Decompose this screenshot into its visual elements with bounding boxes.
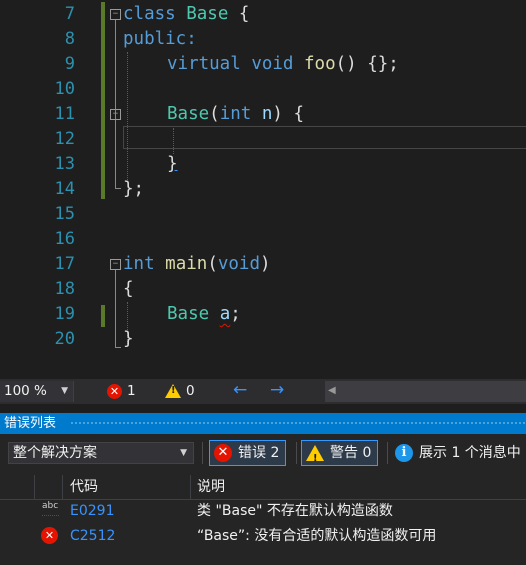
zoom-dropdown[interactable]: 100 % ▼ xyxy=(0,381,74,402)
error-icon: ✕ xyxy=(41,527,58,544)
line-number: 8 xyxy=(64,29,75,49)
error-squiggle: a xyxy=(219,304,231,324)
line-number: 14 xyxy=(54,179,75,199)
messages-filter-button[interactable]: i 展示 1 个消息中 xyxy=(395,440,521,466)
info-icon: i xyxy=(395,444,413,462)
navigate-back-button[interactable]: ← xyxy=(233,380,247,400)
error-list-toolbar: 整个解决方案 ▼ ✕ 错误 2 ! 警告 0 i 展示 1 个消息中 xyxy=(0,434,526,470)
line-number: 15 xyxy=(54,204,75,224)
zoom-level: 100 % xyxy=(4,383,47,399)
column-header-icon[interactable] xyxy=(34,475,63,499)
toolbar-separator xyxy=(296,442,297,464)
line-number: 16 xyxy=(54,229,75,249)
line-number: 13 xyxy=(54,154,75,174)
error-icon: ✕ xyxy=(107,383,122,399)
error-description: “Base”: 没有合适的默认构造函数可用 xyxy=(197,528,437,544)
panel-title: 错误列表 xyxy=(4,416,57,431)
column-header-description[interactable]: 说明 xyxy=(190,475,526,499)
line-number: 10 xyxy=(54,79,75,99)
error-count-indicator[interactable]: ✕ 1 xyxy=(107,383,136,399)
chevron-down-icon: ▼ xyxy=(61,386,68,396)
line-number: 11 xyxy=(54,104,75,124)
column-header-code[interactable]: 代码 xyxy=(62,475,198,499)
navigate-forward-button[interactable]: → xyxy=(270,380,284,400)
code-editor[interactable]: − − − 7 class Base { 8 public: 9 virtual… xyxy=(0,0,526,379)
error-list-table: 代码 说明 abc E0291 类 "Base" 不存在默认构造函数 ✕ C25… xyxy=(0,470,526,565)
code-line: } xyxy=(167,154,178,174)
table-header: 代码 说明 xyxy=(0,475,526,500)
warning-count-indicator[interactable]: ! 0 xyxy=(165,383,195,399)
code-line: }; xyxy=(123,179,145,199)
code-line: virtual void foo() {}; xyxy=(167,54,399,74)
warning-icon: ! xyxy=(165,384,181,398)
toolbar-separator xyxy=(387,442,388,464)
line-number: 12 xyxy=(54,129,75,149)
line-number: 17 xyxy=(54,254,75,274)
horizontal-scrollbar[interactable]: ◀ xyxy=(325,381,526,402)
errors-filter-button[interactable]: ✕ 错误 2 xyxy=(209,440,287,466)
line-number: 19 xyxy=(54,304,75,324)
error-description: 类 "Base" 不存在默认构造函数 xyxy=(197,503,393,519)
warnings-filter-button[interactable]: ! 警告 0 xyxy=(301,440,379,466)
error-code-link[interactable]: E0291 xyxy=(70,499,114,523)
editor-status-bar: 100 % ▼ ✕ 1 ! 0 ← → ◀ xyxy=(0,379,526,404)
line-number: 20 xyxy=(54,329,75,349)
line-number: 9 xyxy=(64,54,75,74)
toolbar-separator xyxy=(202,442,203,464)
code-line: } xyxy=(123,329,134,349)
code-line: public: xyxy=(123,29,197,49)
scroll-left-icon[interactable]: ◀ xyxy=(328,385,336,396)
error-list-title-bar[interactable]: 错误列表 xyxy=(0,413,526,434)
drag-grip[interactable] xyxy=(70,421,526,426)
code-line: Base a; xyxy=(167,304,241,324)
scope-dropdown[interactable]: 整个解决方案 ▼ xyxy=(8,442,194,464)
line-number: 18 xyxy=(54,279,75,299)
warning-icon: ! xyxy=(306,445,324,464)
table-row[interactable]: ✕ C2512 “Base”: 没有合适的默认构造函数可用 xyxy=(0,524,526,548)
error-code-link[interactable]: C2512 xyxy=(70,524,115,548)
code-line: int main(void) xyxy=(123,254,271,274)
code-line: Base(int n) { xyxy=(167,104,305,124)
code-line: { xyxy=(123,279,134,299)
table-row[interactable]: abc E0291 类 "Base" 不存在默认构造函数 xyxy=(0,499,526,523)
chevron-down-icon: ▼ xyxy=(180,448,187,458)
line-number: 7 xyxy=(64,4,75,24)
spelling-error-icon: abc xyxy=(42,501,59,516)
error-icon: ✕ xyxy=(214,444,232,462)
code-line: class Base { xyxy=(123,4,250,24)
